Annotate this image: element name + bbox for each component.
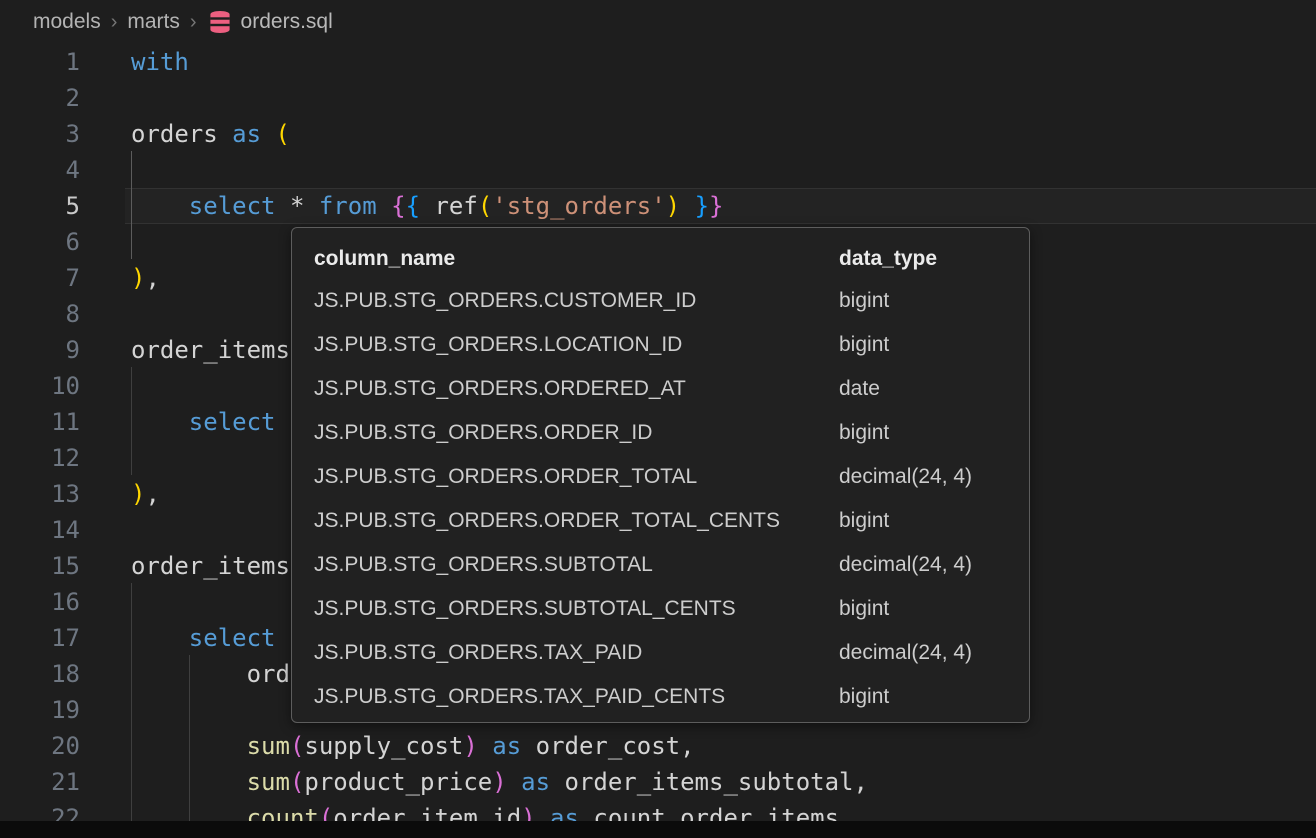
- line-number: 3: [0, 116, 80, 152]
- popup-cell-data-type: decimal(24, 4): [839, 465, 1029, 489]
- popup-table-row: JS.PUB.STG_ORDERS.SUBTOTAL_CENTSbigint: [314, 587, 1029, 631]
- popup-cell-data-type: bigint: [839, 333, 1029, 357]
- popup-cell-column-name: JS.PUB.STG_ORDERS.LOCATION_ID: [314, 333, 839, 357]
- popup-table-row: JS.PUB.STG_ORDERS.ORDER_TOTAL_CENTSbigin…: [314, 499, 1029, 543]
- code-text: select: [131, 404, 276, 440]
- popup-cell-column-name: JS.PUB.STG_ORDERS.SUBTOTAL_CENTS: [314, 597, 839, 621]
- line-number: 7: [0, 260, 80, 296]
- line-number: 4: [0, 152, 80, 188]
- code-text: sum(supply_cost) as order_cost,: [131, 728, 695, 764]
- code-text: order_items: [131, 332, 290, 368]
- code-line-4[interactable]: 4: [0, 152, 1316, 188]
- line-number: 20: [0, 728, 80, 764]
- line-number: 15: [0, 548, 80, 584]
- line-number: 21: [0, 764, 80, 800]
- chevron-right-icon: ›: [190, 11, 197, 34]
- popup-table-row: JS.PUB.STG_ORDERS.ORDERED_ATdate: [314, 367, 1029, 411]
- popup-table-row: JS.PUB.STG_ORDERS.CUSTOMER_IDbigint: [314, 279, 1029, 323]
- line-number: 11: [0, 404, 80, 440]
- popup-cell-column-name: JS.PUB.STG_ORDERS.ORDER_TOTAL_CENTS: [314, 509, 839, 533]
- line-number: 14: [0, 512, 80, 548]
- popup-cell-data-type: decimal(24, 4): [839, 553, 1029, 577]
- popup-cell-data-type: bigint: [839, 289, 1029, 313]
- line-number: 19: [0, 692, 80, 728]
- breadcrumb-item-models[interactable]: models: [33, 10, 101, 34]
- line-number: 17: [0, 620, 80, 656]
- popup-table-row: JS.PUB.STG_ORDERS.ORDER_TOTALdecimal(24,…: [314, 455, 1029, 499]
- popup-cell-data-type: bigint: [839, 421, 1029, 445]
- line-number: 6: [0, 224, 80, 260]
- line-number: 9: [0, 332, 80, 368]
- popup-table-row: JS.PUB.STG_ORDERS.TAX_PAID_CENTSbigint: [314, 675, 1029, 719]
- popup-table-row: JS.PUB.STG_ORDERS.TAX_PAIDdecimal(24, 4): [314, 631, 1029, 675]
- breadcrumb: models › marts › orders.sql: [0, 0, 1316, 44]
- code-text: order_items: [131, 548, 290, 584]
- line-number: 2: [0, 80, 80, 116]
- chevron-right-icon: ›: [111, 11, 118, 34]
- popup-cell-column-name: JS.PUB.STG_ORDERS.SUBTOTAL: [314, 553, 839, 577]
- code-line-5[interactable]: 5 select * from {{ ref('stg_orders') }}: [0, 188, 1316, 224]
- popup-cell-data-type: bigint: [839, 509, 1029, 533]
- code-line-1[interactable]: 1 with: [0, 44, 1316, 80]
- code-text: ),: [131, 476, 160, 512]
- popup-cell-data-type: bigint: [839, 685, 1029, 709]
- line-number: 18: [0, 656, 80, 692]
- code-text: with: [131, 44, 189, 80]
- popup-table-row: JS.PUB.STG_ORDERS.SUBTOTALdecimal(24, 4): [314, 543, 1029, 587]
- line-number: 16: [0, 584, 80, 620]
- popup-cell-column-name: JS.PUB.STG_ORDERS.ORDER_ID: [314, 421, 839, 445]
- line-number: 1: [0, 44, 80, 80]
- popup-header-row: column_name data_type: [314, 239, 1029, 279]
- popup-table-row: JS.PUB.STG_ORDERS.LOCATION_IDbigint: [314, 323, 1029, 367]
- popup-cell-column-name: JS.PUB.STG_ORDERS.TAX_PAID_CENTS: [314, 685, 839, 709]
- bottom-panel-edge: [0, 821, 1316, 838]
- code-text: select * from {{ ref('stg_orders') }}: [131, 188, 723, 224]
- popup-cell-data-type: decimal(24, 4): [839, 641, 1029, 665]
- code-text: select: [131, 620, 276, 656]
- code-text: ord: [131, 656, 290, 692]
- popup-cell-column-name: JS.PUB.STG_ORDERS.CUSTOMER_ID: [314, 289, 839, 313]
- popup-cell-data-type: bigint: [839, 597, 1029, 621]
- line-number: 12: [0, 440, 80, 476]
- line-number: 5: [0, 188, 80, 224]
- code-line-3[interactable]: 3 orders as (: [0, 116, 1316, 152]
- code-line-21[interactable]: 21 sum(product_price) as order_items_sub…: [0, 764, 1316, 800]
- popup-header-data-type: data_type: [839, 247, 1029, 271]
- line-number: 13: [0, 476, 80, 512]
- database-icon: [207, 9, 233, 35]
- popup-cell-data-type: date: [839, 377, 1029, 401]
- breadcrumb-item-marts[interactable]: marts: [127, 10, 180, 34]
- popup-cell-column-name: JS.PUB.STG_ORDERS.ORDERED_AT: [314, 377, 839, 401]
- hover-popup-column-table[interactable]: column_name data_type JS.PUB.STG_ORDERS.…: [291, 227, 1030, 723]
- popup-cell-column-name: JS.PUB.STG_ORDERS.ORDER_TOTAL: [314, 465, 839, 489]
- code-text: orders as (: [131, 116, 290, 152]
- popup-header-column-name: column_name: [314, 247, 839, 271]
- line-number: 8: [0, 296, 80, 332]
- popup-cell-column-name: JS.PUB.STG_ORDERS.TAX_PAID: [314, 641, 839, 665]
- code-text: sum(product_price) as order_items_subtot…: [131, 764, 868, 800]
- code-text: ),: [131, 260, 160, 296]
- breadcrumb-item-file[interactable]: orders.sql: [241, 10, 333, 34]
- code-line-20[interactable]: 20 sum(supply_cost) as order_cost,: [0, 728, 1316, 764]
- line-number: 10: [0, 368, 80, 404]
- popup-table-row: JS.PUB.STG_ORDERS.ORDER_IDbigint: [314, 411, 1029, 455]
- code-line-2[interactable]: 2: [0, 80, 1316, 116]
